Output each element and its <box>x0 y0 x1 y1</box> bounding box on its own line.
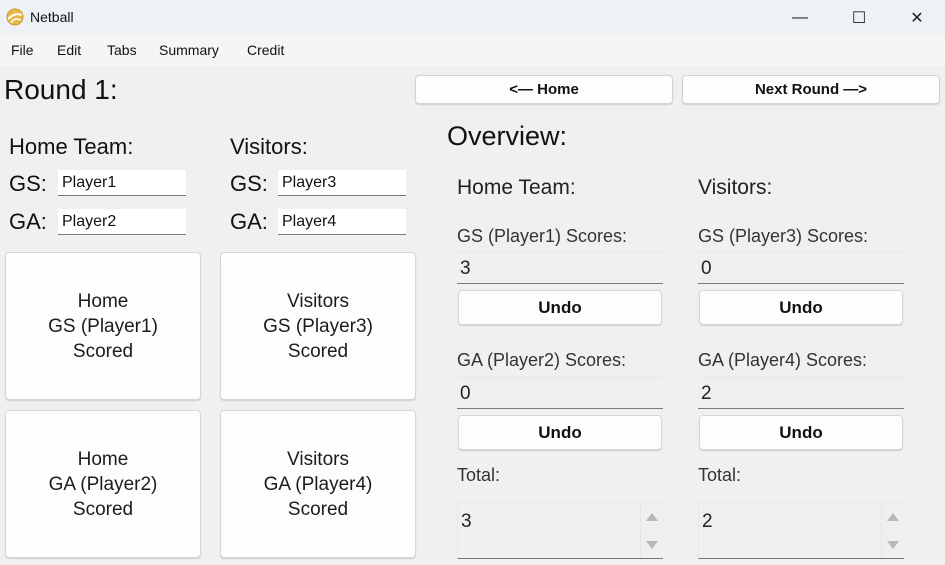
overview-visitors-total-label: Total: <box>698 465 742 485</box>
overview-visitors-ga-label: GA (Player4) Scores: <box>698 350 868 370</box>
home-ga-scored-button[interactable]: Home GA (Player2) Scored <box>5 410 201 558</box>
overview-home-gs-label: GS (Player1) Scores: <box>457 226 628 246</box>
home-button[interactable]: <— Home <box>415 75 673 104</box>
spin-up-arrow-icon[interactable] <box>646 513 658 521</box>
home-gs-undo-button[interactable]: Undo <box>458 290 662 325</box>
spin-up-arrow-icon[interactable] <box>887 513 899 521</box>
visitors-total-value: 2 <box>702 511 713 532</box>
overview-visitors-gs-label: GS (Player3) Scores: <box>698 226 869 246</box>
visitors-ga-label: GA: <box>230 209 268 234</box>
next-round-button[interactable]: Next Round —> <box>682 75 940 104</box>
title-bar: Netball — ☐ ✕ <box>0 0 945 35</box>
visitors-gs-score-field: 0 <box>698 252 904 284</box>
overview-visitors-heading: Visitors: <box>698 176 773 199</box>
menu-edit[interactable]: Edit <box>57 42 81 58</box>
home-gs-label: GS: <box>9 171 47 196</box>
round-title: Round 1: <box>4 74 118 105</box>
home-ga-input[interactable] <box>58 209 186 235</box>
home-ga-label: GA: <box>9 209 47 234</box>
overview-home-ga-label: GA (Player2) Scores: <box>457 350 627 370</box>
menu-file[interactable]: File <box>11 42 34 58</box>
home-team-heading: Home Team: <box>9 134 134 159</box>
spin-down-arrow-icon[interactable] <box>887 541 899 549</box>
home-total-value: 3 <box>461 511 472 532</box>
visitors-gs-scored-button[interactable]: Visitors GS (Player3) Scored <box>220 252 416 400</box>
window-title: Netball <box>30 9 74 25</box>
close-button[interactable]: ✕ <box>888 0 945 35</box>
menu-bar: File Edit Tabs Summary Credit <box>0 35 945 66</box>
visitors-gs-input[interactable] <box>278 170 406 196</box>
maximize-button[interactable]: ☐ <box>830 0 888 35</box>
home-gs-input[interactable] <box>58 170 186 196</box>
menu-tabs[interactable]: Tabs <box>107 42 137 58</box>
menu-credit[interactable]: Credit <box>247 42 284 58</box>
visitors-total-spinner[interactable]: 2 <box>698 502 904 559</box>
netball-app-icon <box>6 8 24 26</box>
close-icon: ✕ <box>910 9 924 27</box>
visitors-ga-undo-button[interactable]: Undo <box>699 415 903 450</box>
spin-down-arrow-icon[interactable] <box>646 541 658 549</box>
overview-home-heading: Home Team: <box>457 176 576 199</box>
visitors-gs-label: GS: <box>230 171 268 196</box>
menu-summary[interactable]: Summary <box>159 42 219 58</box>
overview-home-total-label: Total: <box>457 465 501 485</box>
home-total-spinner[interactable]: 3 <box>457 502 663 559</box>
home-ga-undo-button[interactable]: Undo <box>458 415 662 450</box>
visitors-total-spin-buttons[interactable] <box>881 503 904 558</box>
minimize-button[interactable]: — <box>771 0 829 35</box>
visitors-ga-input[interactable] <box>278 209 406 235</box>
home-total-spin-buttons[interactable] <box>640 503 663 558</box>
visitors-heading: Visitors: <box>230 134 308 159</box>
home-gs-score-field: 3 <box>457 252 663 284</box>
maximize-icon: ☐ <box>851 9 867 27</box>
overview-title: Overview: <box>447 121 568 151</box>
visitors-ga-scored-button[interactable]: Visitors GA (Player4) Scored <box>220 410 416 558</box>
visitors-ga-score-field: 2 <box>698 377 904 409</box>
home-ga-score-field: 0 <box>457 377 663 409</box>
minimize-icon: — <box>792 8 808 26</box>
home-gs-scored-button[interactable]: Home GS (Player1) Scored <box>5 252 201 400</box>
visitors-gs-undo-button[interactable]: Undo <box>699 290 903 325</box>
